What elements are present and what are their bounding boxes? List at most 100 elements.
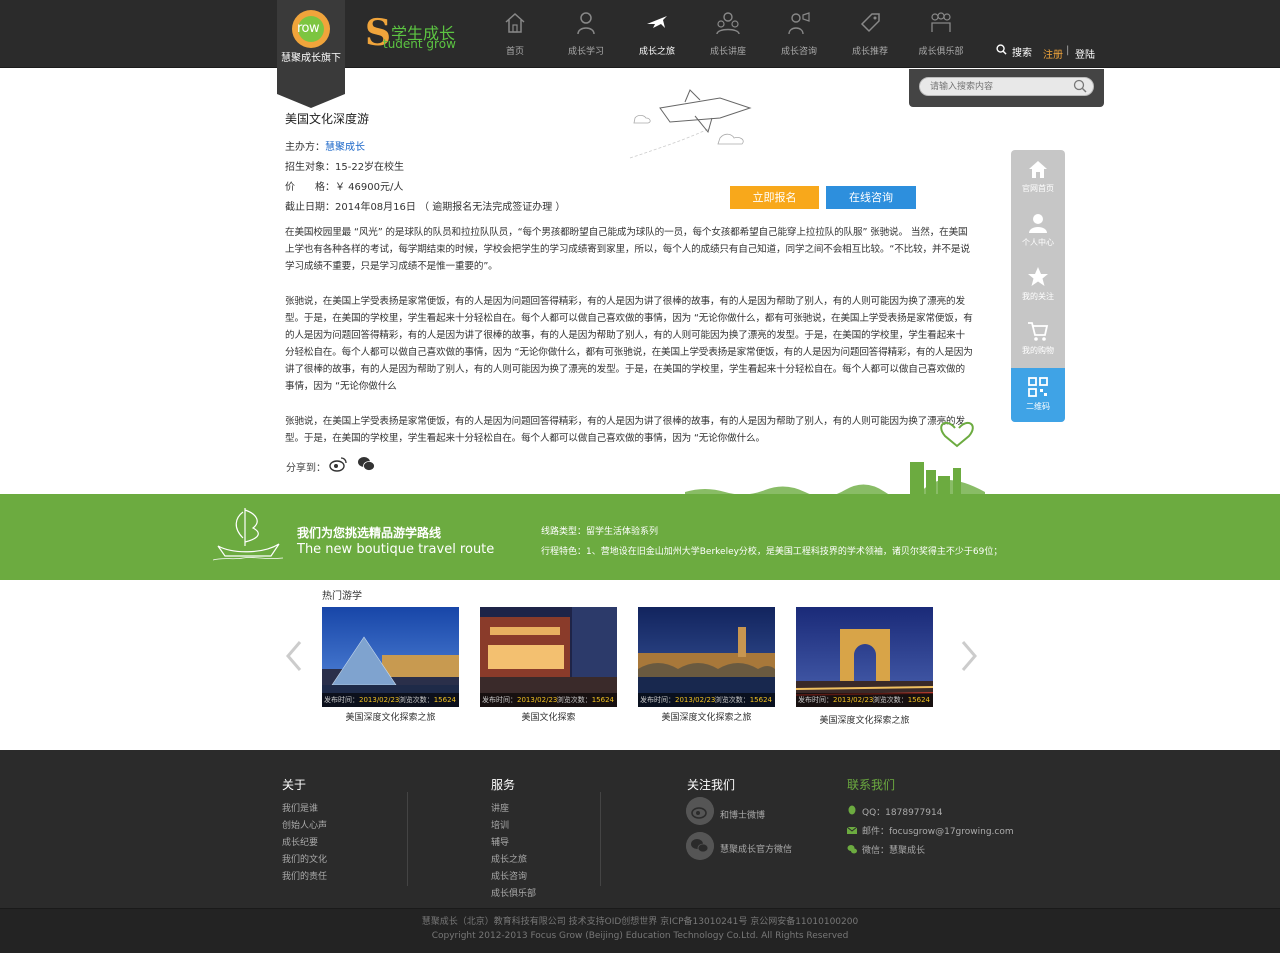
sidebar-item-profile[interactable]: 个人中心 [1011, 204, 1065, 258]
nav-home[interactable]: 首页 [480, 10, 550, 62]
footer-follow-title: 关注我们 [687, 778, 736, 792]
weibo-icon[interactable] [329, 456, 347, 472]
card-date: 发布时间：2013/02/23 [324, 696, 400, 704]
footer-link[interactable]: 成长俱乐部 [491, 886, 536, 899]
share-label: 分享到： [286, 463, 326, 474]
route-type: 线路类型：留学生活体验系列 [541, 527, 659, 537]
footer-link[interactable]: 讲座 [491, 801, 509, 814]
search-input[interactable] [919, 77, 1094, 96]
email-icon [847, 826, 857, 834]
route-banner: 我们为您挑选精品游学路线 The new boutique travel rou… [0, 494, 1280, 580]
sidebar-item-follow[interactable]: 我的关注 [1011, 258, 1065, 312]
sidebar-item-home[interactable]: 官网首页 [1011, 150, 1065, 204]
register-link[interactable]: 注册 [1043, 46, 1063, 61]
search-submit-icon[interactable] [1073, 79, 1087, 93]
nav-study[interactable]: 成长学习 [551, 10, 621, 62]
sailboat-illustration-icon [213, 508, 283, 561]
signup-button[interactable]: 立即报名 [730, 186, 819, 209]
carousel-next-icon[interactable] [960, 640, 978, 672]
organizer-label: 主办方： [285, 142, 325, 153]
city-skyline-illustration-icon [685, 421, 985, 496]
wechat-icon[interactable] [686, 832, 714, 860]
page-title: 美国文化深度游 [285, 112, 370, 126]
nav-recommend[interactable]: 成长推荐 [835, 10, 905, 62]
footer-link[interactable]: 成长咨询 [491, 869, 527, 882]
tour-card-title[interactable]: 美国文化探索 [480, 710, 617, 723]
copyright-bar: 慧聚成长（北京）教育科技有限公司 技术支持OID创想世界 京ICP备130102… [0, 908, 1280, 953]
louvre-photo [322, 607, 459, 707]
tour-card-title[interactable]: 美国深度文化探索之旅 [322, 710, 459, 723]
tour-card-title[interactable]: 美国深度文化探索之旅 [638, 710, 775, 723]
sidebar-label: 我的关注 [1022, 292, 1054, 301]
footer-contact-title: 联系我们 [847, 778, 896, 792]
hot-section-title: 热门游学 [322, 591, 362, 602]
footer-link[interactable]: 我们的责任 [282, 869, 327, 882]
nav-lecture[interactable]: 成长讲座 [693, 10, 763, 62]
login-link[interactable]: 登陆 [1075, 46, 1095, 61]
cart-icon [1028, 322, 1049, 341]
tour-card[interactable]: 发布时间：2013/02/23 浏览次数：15624 [796, 607, 933, 707]
footer-service-title: 服务 [491, 778, 516, 792]
footer-weibo-link[interactable]: 和博士微博 [720, 808, 765, 821]
sidebar-item-qrcode[interactable]: 二维码 [1011, 368, 1065, 422]
plane-illustration-icon [629, 89, 752, 159]
card-caption: 发布时间：2013/02/23 浏览次数：15624 [796, 693, 933, 707]
contact-wechat: 微信：慧聚成长 [862, 846, 926, 856]
star-icon [1028, 267, 1048, 286]
target-row: 招生对象：15-22岁在校生 [285, 162, 405, 173]
tour-card[interactable]: 发布时间：2013/02/23 浏览次数：15624 [322, 607, 459, 707]
nav-club[interactable]: 成长俱乐部 [906, 10, 976, 62]
footer-wechat-link[interactable]: 慧聚成长官方微信 [720, 842, 792, 855]
sidebar-label: 二维码 [1026, 402, 1050, 411]
deadline-row: 截止日期：2014年08月16日 （ 逾期报名无法完成签证办理 ） [285, 202, 566, 213]
carousel-prev-icon[interactable] [285, 640, 303, 672]
logo-badge[interactable]: row 慧聚成长旗下 [277, 0, 345, 108]
card-views: 浏览次数：15624 [556, 696, 614, 704]
tour-card[interactable]: 发布时间：2013/02/23 浏览次数：15624 [638, 607, 775, 707]
qr-icon [1028, 377, 1048, 397]
card-views: 浏览次数：15624 [872, 696, 930, 704]
nav-consult[interactable]: 成长咨询 [764, 10, 834, 62]
sidebar-label: 官网首页 [1022, 184, 1054, 193]
qq-icon [848, 805, 856, 815]
tour-card-title[interactable]: 美国深度文化探索之旅 [796, 713, 933, 726]
search-link[interactable]: 搜索 [1012, 44, 1032, 59]
tour-card[interactable]: 发布时间：2013/02/23 浏览次数：15624 [480, 607, 617, 707]
weibo-icon[interactable] [686, 797, 714, 825]
footer-divider [407, 792, 408, 886]
footer-link[interactable]: 成长之旅 [491, 852, 527, 865]
consult-icon [788, 12, 810, 35]
online-consult-button[interactable]: 在线咨询 [826, 186, 916, 209]
nav-label: 成长咨询 [780, 47, 817, 57]
article-paragraph: 张驰说，在美国上学受表扬是家常便饭，有的人是因为问题回答得精彩，有的人是因为讲了… [285, 296, 973, 392]
logo-text: row [297, 21, 320, 36]
price-row: 价 格：￥ 46900元/人 [285, 182, 404, 193]
street-photo [480, 607, 617, 707]
nav-label: 成长学习 [567, 47, 604, 57]
route-feature: 行程特色：1、营地设在旧金山加州大学Berkeley分校，是美国工程科技界的学术… [541, 547, 1003, 557]
copyright-cn: 慧聚成长（北京）教育科技有限公司 技术支持OID创想世界 京ICP备130102… [421, 917, 859, 927]
student-icon [577, 12, 595, 35]
footer-link[interactable]: 我们的文化 [282, 852, 327, 865]
card-caption: 发布时间：2013/02/23 浏览次数：15624 [322, 693, 459, 707]
nav-label: 成长之旅 [638, 47, 675, 57]
card-views: 浏览次数：15624 [714, 696, 772, 704]
sidebar-item-cart[interactable]: 我的购物 [1011, 312, 1065, 366]
top-header: row 慧聚成长旗下 S 学生成长 tudent grow 首页 成长学习 成长… [0, 0, 1280, 108]
plane-icon [647, 16, 667, 28]
footer-link[interactable]: 培训 [491, 818, 509, 831]
footer-link[interactable]: 创始人心声 [282, 818, 327, 831]
search-icon[interactable] [996, 44, 1007, 55]
card-views: 浏览次数：15624 [398, 696, 456, 704]
nav-label: 首页 [505, 47, 524, 57]
banner-title-en: The new boutique travel route [297, 542, 495, 557]
nav-label: 成长讲座 [709, 47, 746, 57]
footer-link[interactable]: 辅导 [491, 835, 509, 848]
organizer-row: 主办方：慧聚成长 [285, 138, 365, 153]
organizer-link[interactable]: 慧聚成长 [325, 142, 365, 153]
wechat-icon[interactable] [357, 456, 375, 472]
footer-link[interactable]: 我们是谁 [282, 801, 318, 814]
footer-link[interactable]: 成长纪要 [282, 835, 318, 848]
contact-email[interactable]: 邮件：focusgrow@17growing.com [862, 824, 1014, 837]
nav-travel[interactable]: 成长之旅 [622, 10, 692, 62]
